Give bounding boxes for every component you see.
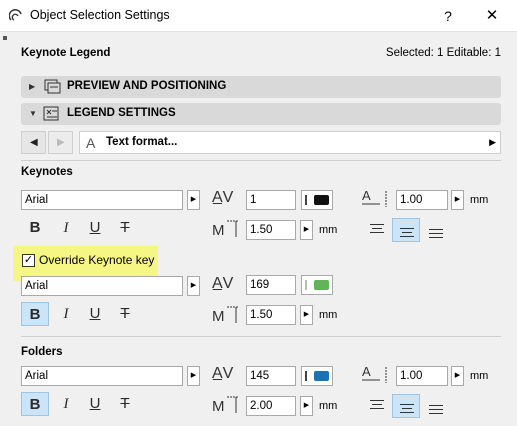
folders-label: Folders: [21, 346, 63, 358]
pen-icon: A̲V: [212, 275, 234, 292]
legend-icon: [43, 106, 59, 121]
keynote-font-field[interactable]: Arial: [21, 190, 183, 210]
keynote-pen-field[interactable]: 1: [246, 190, 296, 210]
align-right-button[interactable]: [422, 398, 450, 422]
override-label[interactable]: Override Keynote key: [39, 253, 154, 267]
pen-marker-icon: [305, 195, 307, 205]
page-selector[interactable]: A Text format... ▶: [79, 131, 501, 154]
align-left-button[interactable]: [363, 393, 391, 417]
help-button[interactable]: ?: [436, 5, 460, 27]
folder-spacing-field[interactable]: 1.00: [396, 366, 448, 386]
folder-pen-color[interactable]: [301, 366, 333, 386]
italic-button[interactable]: I: [52, 302, 80, 326]
app-icon: [9, 9, 22, 21]
pen-marker-icon: [305, 280, 307, 290]
folder-font-field[interactable]: Arial: [21, 366, 183, 386]
svg-text:M: M: [212, 222, 225, 239]
pen-icon: A̲V: [212, 189, 234, 206]
font-dropdown-button[interactable]: ▶: [187, 366, 200, 386]
color-swatch: [314, 195, 329, 205]
keynotes-label: Keynotes: [21, 166, 73, 178]
divider: [21, 336, 501, 337]
spacing-dropdown-button[interactable]: ▶: [451, 190, 464, 210]
bold-button[interactable]: B: [21, 216, 49, 240]
arrow-right-icon: ▶: [57, 137, 65, 148]
text-size-icon: M: [212, 396, 239, 415]
align-right-button[interactable]: [422, 222, 450, 246]
size-dropdown-button[interactable]: ▶: [300, 396, 313, 416]
underline-button[interactable]: U: [81, 216, 109, 240]
align-center-button[interactable]: [392, 218, 420, 242]
folder-size-field[interactable]: 2.00: [246, 396, 296, 416]
unit-label: mm: [319, 224, 338, 236]
page-navigator: ◀ ▶ A Text format... ▶: [21, 131, 501, 154]
section-preview-positioning[interactable]: ▶ PREVIEW AND POSITIONING: [21, 76, 501, 98]
section-label: LEGEND SETTINGS: [67, 107, 176, 119]
keynote-spacing-field[interactable]: 1.00: [396, 190, 448, 210]
svg-text:A: A: [362, 188, 371, 203]
bold-button[interactable]: B: [21, 302, 49, 326]
bold-button[interactable]: B: [21, 392, 49, 416]
pen-marker-icon: [305, 371, 307, 381]
section-label: PREVIEW AND POSITIONING: [67, 80, 227, 92]
section-legend-settings[interactable]: ▼ LEGEND SETTINGS: [21, 103, 501, 125]
override-pen-field[interactable]: 169: [246, 275, 296, 295]
size-dropdown-button[interactable]: ▶: [300, 305, 313, 325]
arrow-right-icon: ▶: [489, 137, 496, 147]
italic-button[interactable]: I: [52, 216, 80, 240]
italic-button[interactable]: I: [52, 392, 80, 416]
svg-text:A: A: [362, 364, 371, 379]
font-dropdown-button[interactable]: ▶: [187, 190, 200, 210]
window-title: Object Selection Settings: [30, 8, 170, 22]
strikethrough-button[interactable]: T: [111, 302, 139, 326]
override-font-field[interactable]: Arial: [21, 276, 183, 296]
size-dropdown-button[interactable]: ▶: [300, 220, 313, 240]
folder-pen-field[interactable]: 145: [246, 366, 296, 386]
collapse-arrow-icon: ▼: [29, 109, 37, 118]
font-dropdown-button[interactable]: ▶: [187, 276, 200, 296]
align-center-button[interactable]: [392, 394, 420, 418]
divider: [21, 160, 501, 161]
object-name: Keynote Legend: [21, 47, 111, 59]
unit-label: mm: [470, 194, 489, 206]
color-swatch: [314, 371, 329, 381]
line-spacing-icon: A: [362, 188, 387, 207]
svg-text:M: M: [212, 398, 225, 415]
arrow-left-icon: ◀: [30, 137, 38, 148]
text-size-icon: M: [212, 306, 239, 325]
unit-label: mm: [319, 400, 338, 412]
unit-label: mm: [470, 370, 489, 382]
align-left-button[interactable]: [363, 217, 391, 241]
keynote-size-field[interactable]: 1.50: [246, 220, 296, 240]
text-size-icon: M: [212, 220, 239, 239]
underline-button[interactable]: U: [81, 302, 109, 326]
keynote-pen-color[interactable]: [301, 190, 333, 210]
override-pen-color[interactable]: [301, 275, 333, 295]
page-label: Text format...: [106, 136, 178, 148]
prev-page-button[interactable]: ◀: [21, 131, 46, 154]
override-size-field[interactable]: 1.50: [246, 305, 296, 325]
preview-icon: [44, 79, 61, 94]
selection-info: Selected: 1 Editable: 1: [385, 47, 501, 59]
spacing-dropdown-button[interactable]: ▶: [451, 366, 464, 386]
text-format-icon: A: [86, 135, 96, 151]
strikethrough-button[interactable]: T: [111, 392, 139, 416]
line-spacing-icon: A: [362, 364, 387, 383]
color-swatch: [314, 280, 329, 290]
unit-label: mm: [319, 309, 338, 321]
close-button[interactable]: ✕: [478, 5, 506, 27]
svg-text:M: M: [212, 308, 225, 325]
underline-button[interactable]: U: [81, 392, 109, 416]
strikethrough-button[interactable]: T: [111, 216, 139, 240]
resize-marker: [3, 36, 7, 40]
next-page-button[interactable]: ▶: [48, 131, 73, 154]
expand-arrow-icon: ▶: [29, 82, 36, 91]
override-checkbox[interactable]: ✓: [22, 254, 35, 267]
pen-icon: A̲V: [212, 365, 234, 382]
